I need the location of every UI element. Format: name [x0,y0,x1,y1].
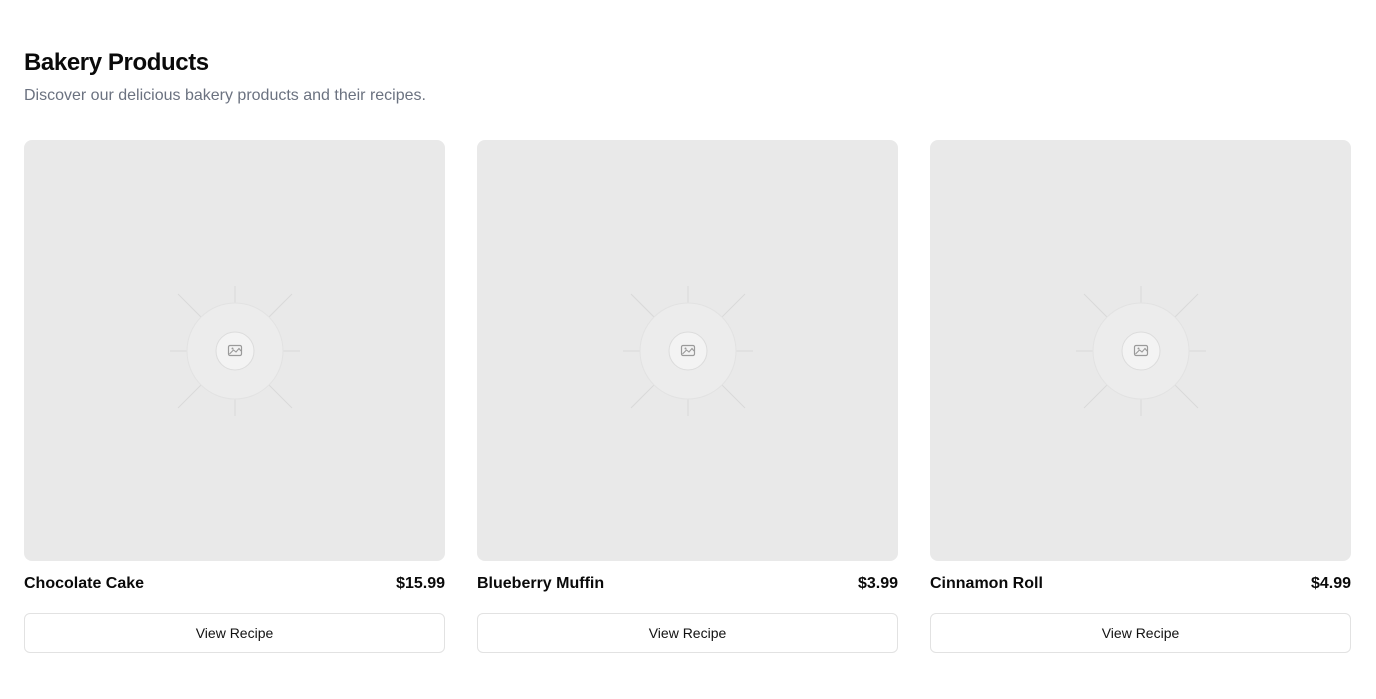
product-image-placeholder [24,140,445,561]
product-name: Chocolate Cake [24,575,145,592]
product-card: Blueberry Muffin $3.99 View Recipe [477,140,898,653]
product-name: Blueberry Muffin [477,575,605,592]
product-card: Cinnamon Roll $4.99 View Recipe [930,140,1351,653]
product-grid: Chocolate Cake $15.99 View Recipe Bluebe… [24,140,1351,653]
product-info-row: Chocolate Cake $15.99 [24,573,445,595]
image-placeholder-icon [622,285,753,416]
page-subtitle: Discover our delicious bakery products a… [24,87,426,104]
product-info-row: Cinnamon Roll $4.99 [930,573,1351,595]
product-price: $3.99 [857,575,898,592]
view-recipe-button[interactable]: View Recipe [24,613,445,653]
image-placeholder-icon [1075,285,1206,416]
product-price: $4.99 [1310,575,1351,592]
product-image-placeholder [930,140,1351,561]
image-placeholder-icon [169,285,300,416]
page-title: Bakery Products [24,49,209,76]
page: Bakery Products Discover our delicious b… [0,0,1376,699]
product-name: Cinnamon Roll [930,575,1043,592]
product-price: $15.99 [396,575,445,592]
product-card: Chocolate Cake $15.99 View Recipe [24,140,445,653]
view-recipe-button[interactable]: View Recipe [930,613,1351,653]
product-info-row: Blueberry Muffin $3.99 [477,573,898,595]
view-recipe-button[interactable]: View Recipe [477,613,898,653]
product-image-placeholder [477,140,898,561]
